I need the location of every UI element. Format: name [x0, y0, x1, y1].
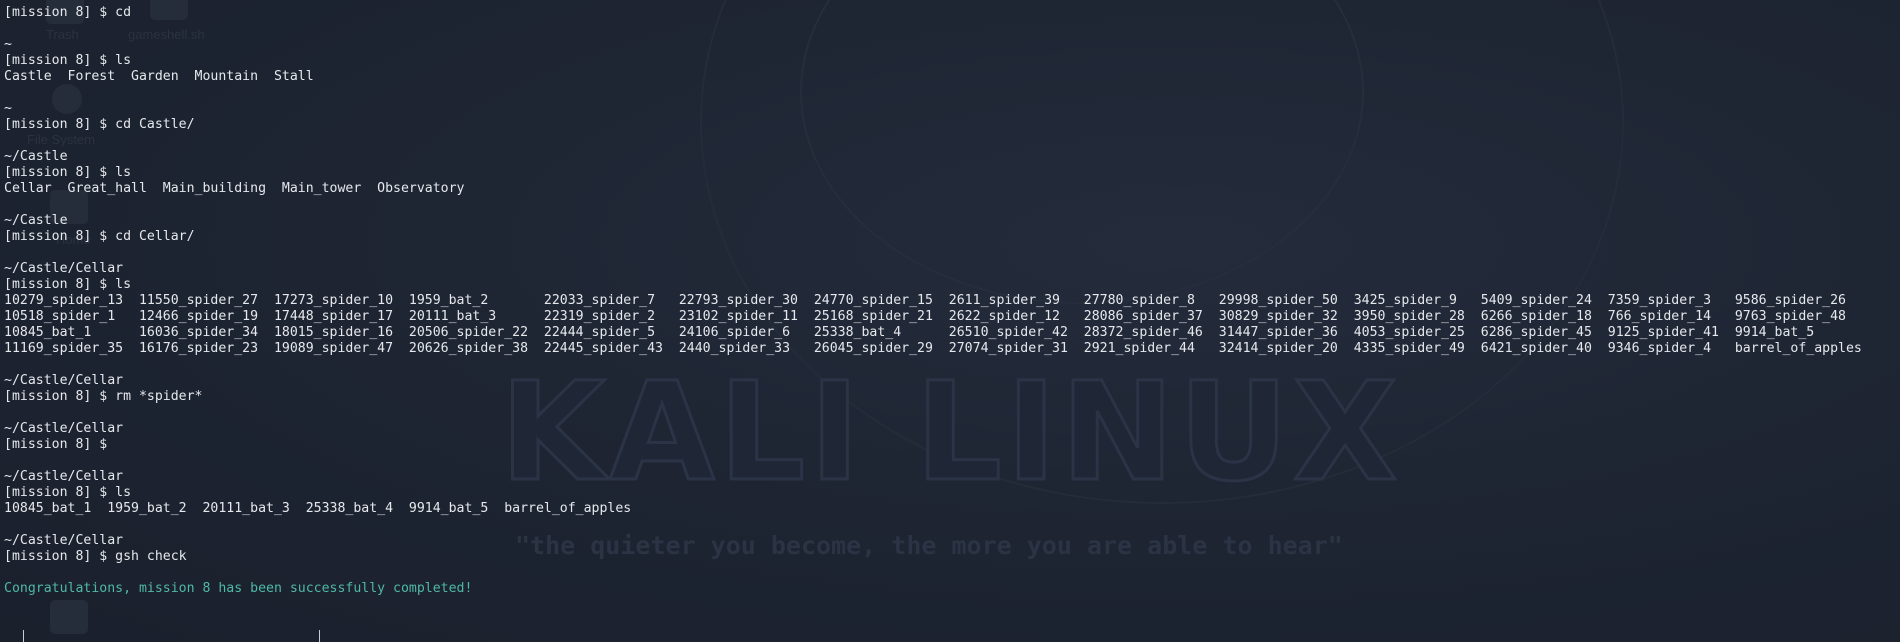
prompt-line: [mission 8] $ gsh check: [4, 549, 187, 564]
prompt-line: [mission 8] $: [4, 437, 108, 452]
prompt-line: [mission 8] $ cd: [4, 5, 132, 20]
success-message: Congratulations, mission 8 has been succ…: [4, 581, 473, 596]
cwd-line: ~/Castle/Cellar: [4, 533, 124, 548]
terminal-line: 10518_spider_1 12466_spider_19 17448_spi…: [4, 309, 1846, 324]
cwd-line: ~: [4, 101, 12, 116]
terminal-line: 11169_spider_35 16176_spider_23 19089_sp…: [4, 341, 1862, 356]
terminal-line: 10279_spider_13 11550_spider_27 17273_sp…: [4, 293, 1846, 308]
terminal-line: 10845_bat_1 16036_spider_34 18015_spider…: [4, 325, 1815, 340]
window-edge-marker-left: [23, 630, 24, 642]
prompt-line: [mission 8] $ ls: [4, 53, 132, 68]
terminal-line: 10845_bat_1 1959_bat_2 20111_bat_3 25338…: [4, 501, 632, 516]
window-edge-marker-right: [319, 630, 320, 642]
cwd-line: ~/Castle/Cellar: [4, 421, 124, 436]
cwd-line: ~/Castle: [4, 149, 68, 164]
terminal-line: Castle Forest Garden Mountain Stall: [4, 69, 314, 84]
cwd-line: ~/Castle/Cellar: [4, 469, 124, 484]
cwd-line: ~: [4, 37, 12, 52]
prompt-line: [mission 8] $ ls: [4, 485, 132, 500]
prompt-line: [mission 8] $ ls: [4, 277, 132, 292]
cwd-line: ~/Castle/Cellar: [4, 373, 124, 388]
cwd-line: ~/Castle: [4, 213, 68, 228]
prompt-line: [mission 8] $ ls: [4, 165, 132, 180]
terminal-output[interactable]: [mission 8] $ cd ~ [mission 8] $ ls Castle …: [0, 0, 1900, 642]
terminal-line: Cellar Great_hall Main_building Main_tow…: [4, 181, 465, 196]
prompt-line: [mission 8] $ rm *spider*: [4, 389, 203, 404]
cwd-line: ~/Castle/Cellar: [4, 261, 124, 276]
prompt-line: [mission 8] $ cd Castle/: [4, 117, 195, 132]
desktop-screen: Trash gameshell.sh File System Home KALI…: [0, 0, 1900, 642]
prompt-line: [mission 8] $ cd Cellar/: [4, 229, 195, 244]
